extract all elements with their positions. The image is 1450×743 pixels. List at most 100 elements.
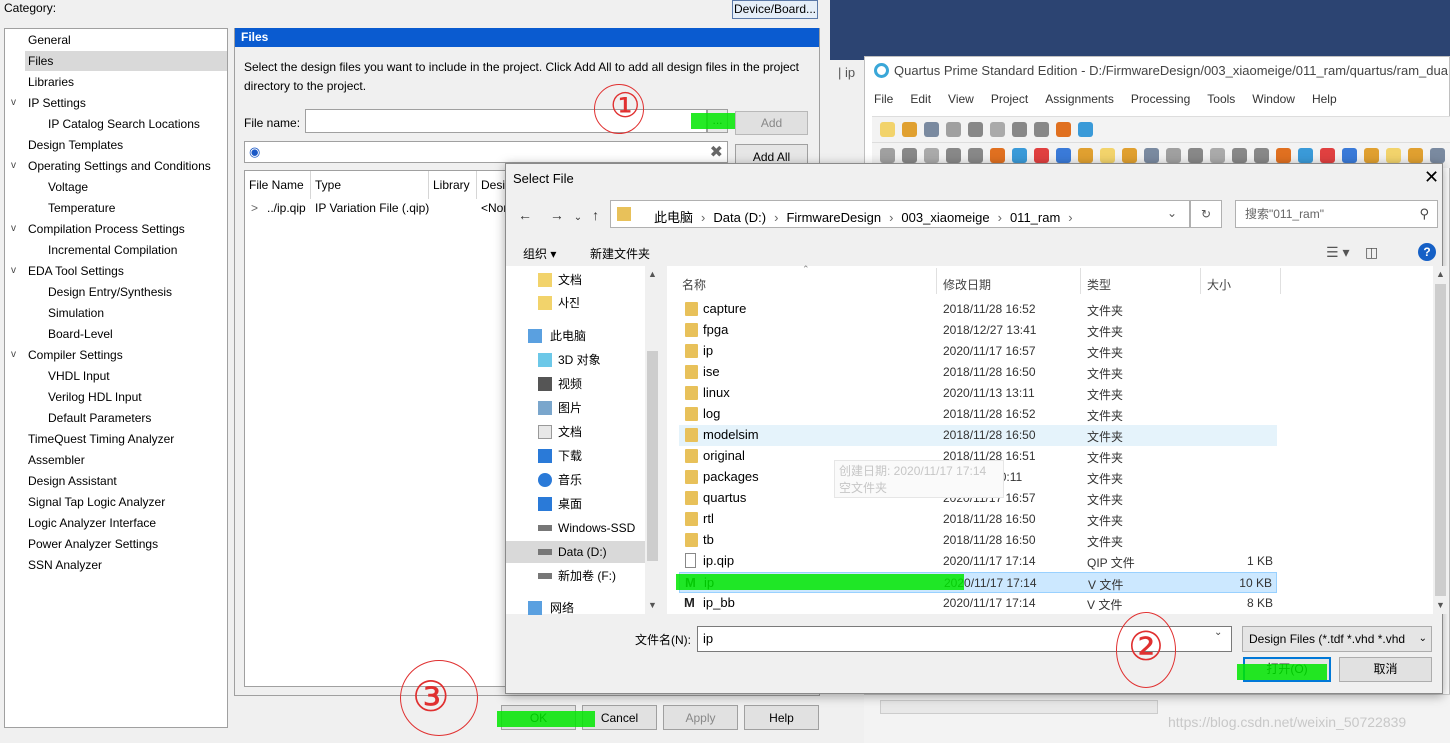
forward-arrow-icon[interactable]: → [550,207,564,223]
chevron-down-icon[interactable]: ⌄ [1214,627,1222,638]
tree-item[interactable]: IP Settings [28,93,86,113]
toolbar-icon[interactable] [1232,148,1247,163]
toolbar-icon[interactable] [1144,148,1159,163]
toolbar-icon[interactable] [1166,148,1181,163]
quartus-menu-item[interactable]: Processing [1131,92,1190,106]
file-row[interactable]: Mip_bb 2020/11/17 17:14 V 文件 8 KB [679,593,1277,614]
toolbar-icon[interactable] [1276,148,1291,163]
tree-item[interactable]: Design Entry/Synthesis [48,282,172,302]
tree-item[interactable]: Signal Tap Logic Analyzer [28,492,165,512]
breadcrumb-item[interactable]: 此电脑 [654,210,693,225]
breadcrumb[interactable]: 此电脑 › Data (D:) › FirmwareDesign › 003_xiaomei… [654,207,1081,226]
up-arrow-icon[interactable]: ↑ [592,207,599,223]
toolbar-icon[interactable] [1078,122,1093,137]
toolbar-icon[interactable] [968,122,983,137]
tree-item[interactable]: Logic Analyzer Interface [28,513,156,533]
nav-item[interactable]: 文档 [558,422,582,442]
toolbar-icon[interactable] [902,122,917,137]
tree-item[interactable]: Default Parameters [48,408,151,428]
help-icon[interactable]: ? [1418,243,1436,261]
tree-item[interactable]: Compilation Process Settings [28,219,185,239]
toolbar-icon[interactable] [924,148,939,163]
tree-item[interactable]: Design Assistant [28,471,117,491]
row-expand-icon[interactable]: > [251,201,258,215]
toolbar-icon[interactable] [924,122,939,137]
toolbar-icon[interactable] [1386,148,1401,163]
help-button[interactable]: Help [744,705,819,730]
breadcrumb-item[interactable]: 011_ram [1010,210,1060,225]
tree-item[interactable]: TimeQuest Timing Analyzer [28,429,174,449]
toolbar-icon[interactable] [1122,148,1137,163]
files-table[interactable]: File Name Type Library Desi > ../ip.qip … [244,170,514,687]
tree-item[interactable]: General [28,30,71,50]
tree-item[interactable]: Assembler [28,450,85,470]
nav-item[interactable]: 视频 [558,374,582,394]
nav-item[interactable]: 桌面 [558,494,582,514]
col-file-name[interactable]: File Name [245,171,311,199]
tree-item[interactable]: Board-Level [48,324,113,344]
quartus-menu-item[interactable]: Project [991,92,1028,106]
breadcrumb-item[interactable]: FirmwareDesign [786,210,881,225]
quartus-menu-item[interactable]: View [948,92,974,106]
file-row[interactable]: tb 2018/11/28 16:50 文件夹 [679,530,1277,551]
col-date-modified[interactable]: 修改日期 [943,276,991,293]
toolbar-icon[interactable] [1056,148,1071,163]
nav-item[interactable]: 音乐 [558,470,582,490]
toolbar-icon[interactable] [1430,148,1445,163]
tree-item[interactable]: Design Templates [28,135,123,155]
nav-item[interactable]: 下载 [558,446,582,466]
quartus-menu-item[interactable]: Edit [910,92,931,106]
file-row[interactable]: ip.qip 2020/11/17 17:14 QIP 文件 1 KB [679,551,1277,572]
file-row[interactable]: capture 2018/11/28 16:52 文件夹 [679,299,1277,320]
nav-item[interactable]: 网络 [550,598,574,618]
tree-item[interactable]: Voltage [48,177,88,197]
quartus-menu-item[interactable]: Help [1312,92,1337,106]
device-board-button[interactable]: Device/Board... [732,0,818,19]
file-row[interactable]: fpga 2018/12/27 13:41 文件夹 [679,320,1277,341]
toolbar-icon[interactable] [1364,148,1379,163]
tree-expand-icon[interactable]: v [11,223,16,234]
project-nav-tab[interactable]: | ip [838,65,855,80]
toolbar-icon[interactable] [968,148,983,163]
col-type[interactable]: Type [311,171,429,199]
tree-item[interactable]: Simulation [48,303,104,323]
close-icon[interactable]: ✕ [1424,167,1439,188]
file-name-input[interactable] [305,109,707,133]
breadcrumb-separator-icon[interactable]: › [998,210,1002,225]
toolbar-icon[interactable] [1210,148,1225,163]
breadcrumb-item[interactable]: Data (D:) [713,210,766,225]
toolbar-icon[interactable] [1408,148,1423,163]
tree-item[interactable]: IP Catalog Search Locations [48,114,200,134]
toolbar-icon[interactable] [1012,122,1027,137]
toolbar-icon[interactable] [990,148,1005,163]
view-options-icon[interactable]: ☰ ▾ ◫ [1326,244,1378,261]
file-row[interactable]: modelsim 2018/11/28 16:50 文件夹 [679,425,1277,446]
tree-item[interactable]: Incremental Compilation [48,240,177,260]
tree-item[interactable]: Power Analyzer Settings [28,534,158,554]
clear-search-icon[interactable]: ✖ [710,142,723,162]
new-folder-button[interactable]: 新建文件夹 [590,245,650,262]
tree-item[interactable]: VHDL Input [48,366,110,386]
refresh-icon[interactable]: ↻ [1190,200,1222,228]
nav-item[interactable]: 图片 [558,398,582,418]
file-row[interactable]: ip 2020/11/17 16:57 文件夹 [679,341,1277,362]
navigation-pane[interactable]: 文档 사진 此电脑 3D 对象 视频 图片 文档 下载 音乐 桌面 Windows-SSD Data … [506,266,660,615]
quartus-menu-item[interactable]: Window [1252,92,1295,106]
col-name[interactable]: 名称 [682,276,706,293]
toolbar-icon[interactable] [880,122,895,137]
tree-item[interactable]: Verilog HDL Input [48,387,142,407]
toolbar-icon[interactable] [1034,148,1049,163]
tree-expand-icon[interactable]: v [11,265,16,276]
toolbar-icon[interactable] [1188,148,1203,163]
nav-item[interactable]: 文档 [558,270,582,290]
breadcrumb-separator-icon[interactable]: › [701,210,705,225]
dialog-cancel-button[interactable]: 取消 [1339,657,1432,682]
navigation-scrollbar[interactable]: ▲ ▼ [645,266,660,614]
toolbar-icon[interactable] [946,122,961,137]
tree-item[interactable]: Libraries [28,72,74,92]
toolbar-icon[interactable] [1320,148,1335,163]
file-search-input[interactable]: ◉ ✖ [244,141,728,163]
address-dropdown-icon[interactable]: ⌄ [1167,206,1177,220]
breadcrumb-separator-icon[interactable]: › [889,210,893,225]
toolbar-icon[interactable] [990,122,1005,137]
